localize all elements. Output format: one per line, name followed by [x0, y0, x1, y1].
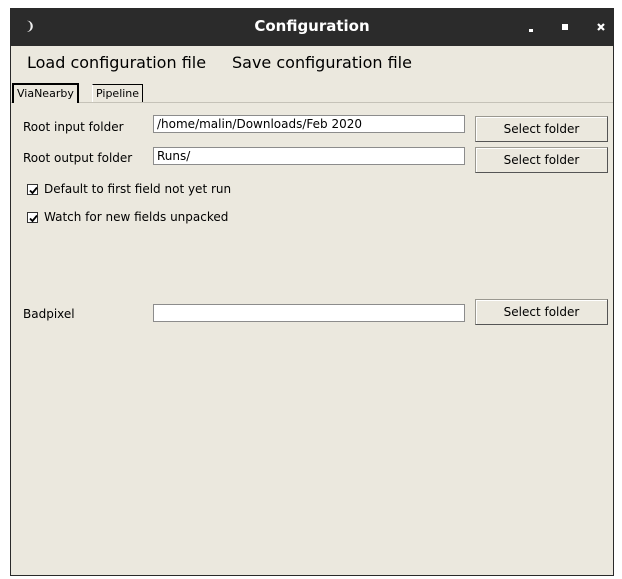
root-input-folder-field[interactable]: /home/malin/Downloads/Feb 2020 [153, 115, 465, 133]
badpixel-field[interactable] [153, 304, 465, 322]
tab-bar: ViaNearby Pipeline [11, 81, 613, 103]
watch-new-fields-label: Watch for new fields unpacked [44, 210, 229, 224]
maximize-icon[interactable] [556, 18, 574, 36]
badpixel-label: Badpixel [23, 307, 75, 321]
default-first-field-label: Default to first field not yet run [44, 182, 232, 196]
default-first-field-checkbox[interactable]: Default to first field not yet run [27, 182, 231, 196]
select-badpixel-folder-button[interactable]: Select folder [475, 299, 608, 325]
select-root-input-folder-button[interactable]: Select folder [475, 116, 608, 142]
select-root-output-folder-button[interactable]: Select folder [475, 147, 608, 173]
tab-pipeline[interactable]: Pipeline [92, 84, 144, 102]
checkmark-icon[interactable] [27, 183, 38, 195]
configuration-window: ❩ Configuration Load configuration file … [10, 8, 614, 576]
save-configuration-menu[interactable]: Save configuration file [232, 53, 412, 72]
close-icon[interactable] [592, 18, 610, 36]
title-bar[interactable]: ❩ Configuration [11, 9, 613, 46]
root-output-folder-field[interactable]: Runs/ [153, 147, 465, 165]
watch-new-fields-checkbox[interactable]: Watch for new fields unpacked [27, 210, 228, 224]
menu-bar: Load configuration file Save configurati… [11, 46, 613, 81]
minimize-icon[interactable] [522, 18, 540, 36]
tab-divider [11, 102, 613, 103]
tab-vianearby[interactable]: ViaNearby [12, 83, 79, 103]
root-input-folder-label: Root input folder [23, 120, 124, 134]
checkmark-icon[interactable] [27, 211, 38, 223]
root-output-folder-label: Root output folder [23, 151, 133, 165]
load-configuration-menu[interactable]: Load configuration file [27, 53, 206, 72]
